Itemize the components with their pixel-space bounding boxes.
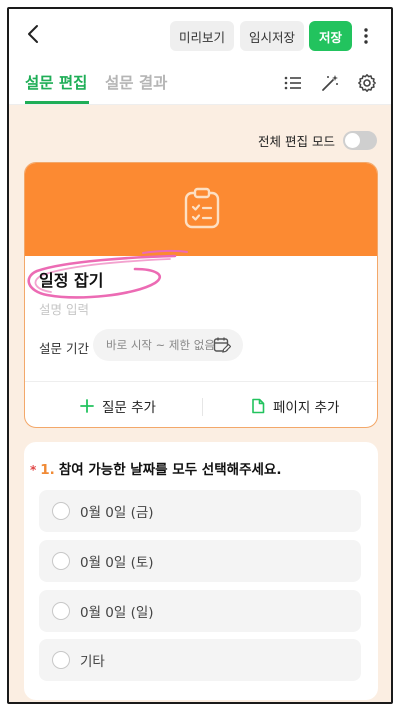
option-label: 0월 0일 (일) <box>80 605 154 621</box>
phone-frame: 미리보기 임시저장 저장 설문 편집 설문 결과 전체 편집 모드 일정 잡기 … <box>7 7 393 704</box>
gear-icon[interactable] <box>357 73 377 93</box>
preview-button[interactable]: 미리보기 <box>170 21 234 51</box>
option-label: 기타 <box>80 654 105 670</box>
plus-icon <box>80 399 94 413</box>
radio-button[interactable] <box>52 552 70 570</box>
radio-button[interactable] <box>52 651 70 669</box>
tab-bar: 설문 편집 설문 결과 <box>9 61 391 105</box>
question-title[interactable]: * 1. 참여 가능한 날짜를 모두 선택해주세요. <box>30 458 281 478</box>
required-mark: * <box>30 463 37 477</box>
survey-period-value: 바로 시작 ~ 제한 없음 <box>106 338 215 352</box>
radio-button[interactable] <box>52 602 70 620</box>
option-item[interactable]: 0월 0일 (금) <box>39 490 361 532</box>
option-label: 0월 0일 (금) <box>80 505 154 521</box>
add-page-label: 페이지 추가 <box>273 400 340 416</box>
question-card: * 1. 참여 가능한 날짜를 모두 선택해주세요. 0월 0일 (금) 0월 … <box>24 442 378 700</box>
more-vertical-icon[interactable] <box>359 25 373 47</box>
full-edit-mode-label: 전체 편집 모드 <box>258 134 335 149</box>
question-number: 1. <box>40 462 55 478</box>
survey-header-card: 일정 잡기 설명 입력 설문 기간 바로 시작 ~ 제한 없음 질문 추가 페이… <box>24 162 378 428</box>
option-label: 0월 0일 (토) <box>80 555 154 571</box>
editor-content: 전체 편집 모드 일정 잡기 설명 입력 설문 기간 바로 시작 ~ 제한 없음… <box>9 105 391 702</box>
add-question-button[interactable]: 질문 추가 <box>80 382 156 427</box>
calendar-edit-icon <box>213 337 231 353</box>
clipboard-check-icon <box>184 187 220 229</box>
page-icon <box>252 398 265 414</box>
chevron-left-icon[interactable] <box>23 23 45 45</box>
radio-button[interactable] <box>52 502 70 520</box>
list-icon[interactable] <box>283 73 303 93</box>
survey-title[interactable]: 일정 잡기 <box>39 267 103 291</box>
toggle-knob <box>345 133 360 148</box>
tab-survey-edit[interactable]: 설문 편집 <box>25 71 87 93</box>
top-bar: 미리보기 임시저장 저장 <box>9 9 391 61</box>
option-item[interactable]: 0월 0일 (토) <box>39 540 361 582</box>
temp-save-button[interactable]: 임시저장 <box>240 21 304 51</box>
action-divider <box>202 398 203 416</box>
survey-period-field[interactable]: 바로 시작 ~ 제한 없음 <box>93 329 243 361</box>
card-actions: 질문 추가 페이지 추가 <box>25 381 377 427</box>
survey-banner[interactable] <box>25 163 377 256</box>
save-button[interactable]: 저장 <box>309 21 352 51</box>
survey-period-label: 설문 기간 <box>39 341 89 356</box>
option-item[interactable]: 0월 0일 (일) <box>39 590 361 632</box>
add-question-label: 질문 추가 <box>102 400 156 416</box>
option-item[interactable]: 기타 <box>39 639 361 681</box>
tab-survey-result[interactable]: 설문 결과 <box>105 71 167 93</box>
full-edit-mode: 전체 편집 모드 <box>258 131 377 150</box>
full-edit-mode-toggle[interactable] <box>343 131 377 150</box>
survey-description-input[interactable]: 설명 입력 <box>39 299 89 318</box>
question-text: 참여 가능한 날짜를 모두 선택해주세요. <box>58 462 282 478</box>
add-page-button[interactable]: 페이지 추가 <box>251 382 340 427</box>
active-tab-indicator <box>25 101 89 104</box>
magic-wand-icon[interactable] <box>320 73 340 93</box>
